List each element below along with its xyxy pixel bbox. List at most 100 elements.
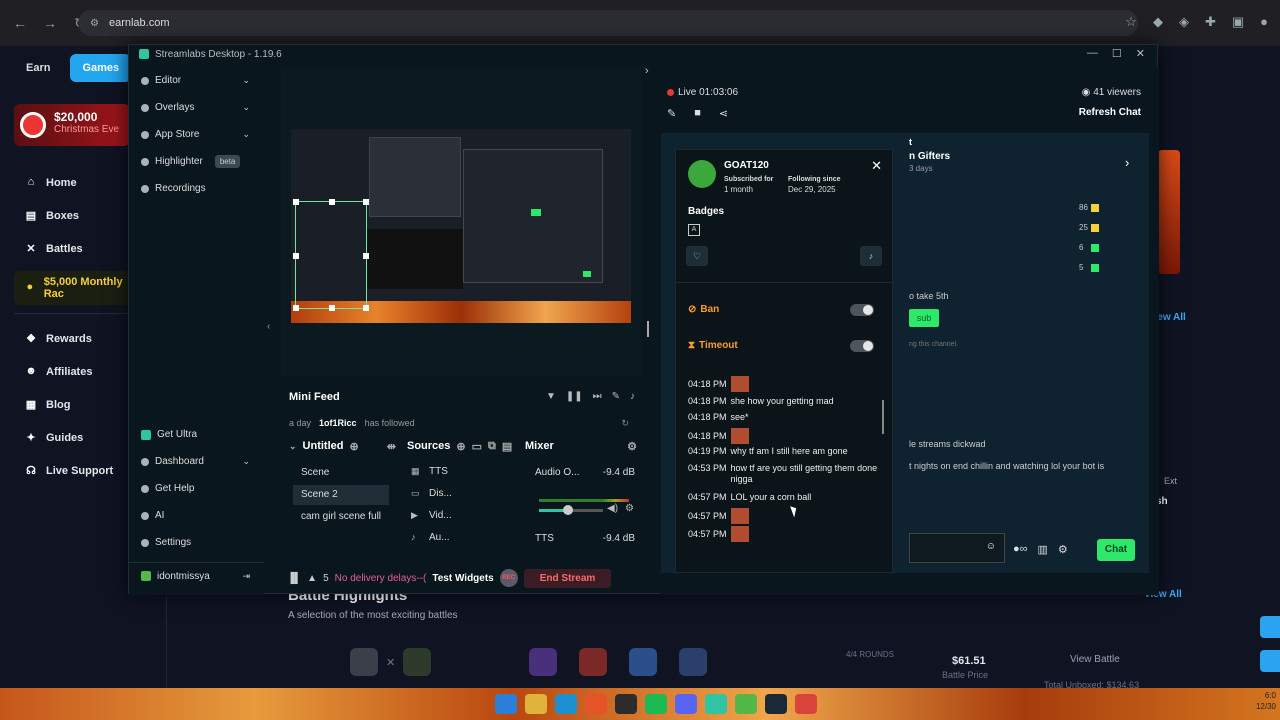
nav-earn[interactable]: Earn	[14, 54, 62, 82]
site-info-icon[interactable]: ⚙	[90, 18, 99, 29]
stats-icon[interactable]: ▐▌	[287, 573, 301, 584]
chat-message[interactable]: 04:57 PM	[688, 526, 878, 542]
end-stream-button[interactable]: End Stream	[523, 568, 612, 588]
minimize-icon[interactable]: —	[1087, 47, 1098, 60]
close-icon[interactable]: ✕	[871, 158, 882, 174]
source-item[interactable]: ▦ TTS	[411, 461, 448, 481]
chat-message[interactable]: 04:18 PM she how your getting mad	[688, 396, 878, 407]
brave-icon[interactable]	[585, 694, 607, 714]
system-clock[interactable]: 6:0 12/30	[1256, 690, 1276, 712]
expand-chat-icon[interactable]: ›	[645, 65, 649, 77]
sidebar-item-get-help[interactable]: Get Help	[129, 475, 264, 502]
skip-icon[interactable]: ⏭	[593, 391, 602, 402]
scene-item[interactable]: cam girl scene full	[293, 507, 389, 527]
profile-icon[interactable]: ●	[1260, 14, 1268, 30]
add-source-icon[interactable]: ⊕	[456, 440, 465, 453]
mic-icon[interactable]: ♪	[860, 246, 882, 266]
terminal-icon[interactable]	[615, 694, 637, 714]
stream-preview[interactable]	[291, 129, 631, 323]
extension-icon[interactable]: ◆	[1153, 14, 1163, 30]
streamlabs-icon[interactable]	[705, 694, 727, 714]
file-explorer-icon[interactable]	[525, 694, 547, 714]
sidebar-item-rewards[interactable]: ❖ Rewards	[14, 322, 129, 355]
sidebar-item-overlays[interactable]: Overlays ⌄	[129, 94, 264, 121]
sidebar-item-settings[interactable]: Settings	[129, 529, 264, 556]
sidebar-item-app-store[interactable]: App Store ⌄	[129, 121, 264, 148]
logout-icon[interactable]: ⇥	[242, 571, 250, 582]
share-icon[interactable]: ⋖	[719, 107, 728, 120]
source-item[interactable]: ♪ Au...	[411, 527, 450, 547]
source-item[interactable]: ▶ Vid...	[411, 505, 452, 525]
resize-handle[interactable]	[293, 305, 299, 311]
mute-alerts-icon[interactable]: ✎	[612, 391, 620, 402]
view-battle-button[interactable]: View Battle	[1070, 654, 1120, 665]
spotify-icon[interactable]	[645, 694, 667, 714]
sidebar-item-blog[interactable]: ▦ Blog	[14, 388, 129, 421]
scene-item[interactable]: Scene	[293, 463, 389, 483]
sidebar-item-highlighter[interactable]: Highlighter beta	[129, 148, 264, 175]
resize-handle[interactable]	[293, 199, 299, 205]
source-item[interactable]: ▭ Dis...	[411, 483, 452, 503]
christmas-banner[interactable]: $20,000 Christmas Eve	[14, 104, 130, 146]
sidebar-item-get-ultra[interactable]: Get Ultra	[129, 421, 264, 448]
chat-message[interactable]: 04:57 PM LOL your a corn ball	[688, 492, 878, 503]
app-icon[interactable]	[735, 694, 757, 714]
scene-item[interactable]: Scene 2	[293, 485, 389, 505]
sidebar-item-affiliates[interactable]: ☻ Affiliates	[14, 355, 129, 388]
chat-float-button[interactable]	[1260, 650, 1280, 672]
sidebar-item-battles[interactable]: ✕ Battles	[14, 232, 129, 265]
add-scene-icon[interactable]: ⊕	[350, 440, 359, 453]
chat-message[interactable]: 04:18 PM see*	[688, 412, 878, 423]
source-selection-box[interactable]	[293, 199, 369, 311]
panel-resize-handle[interactable]	[647, 321, 649, 337]
chevron-down-icon[interactable]: ⌄	[289, 441, 297, 452]
scene-collection-title[interactable]: Untitled	[303, 440, 344, 452]
feed-event[interactable]: a day 1of1Ricc has followed ↻	[289, 413, 629, 433]
chat-message[interactable]: 04:19 PM why tf am I still here am gone	[688, 446, 878, 457]
bookmark-star-icon[interactable]: ☆	[1125, 14, 1137, 30]
pause-icon[interactable]: ❚❚	[566, 391, 583, 402]
source-settings-icon[interactable]: ▤	[502, 440, 512, 453]
timeout-toggle[interactable]	[850, 340, 874, 352]
chat-input[interactable]: ☺	[909, 533, 1005, 563]
scrollbar[interactable]	[882, 400, 884, 434]
ban-toggle[interactable]	[850, 304, 874, 316]
clapperboard-icon[interactable]: ■	[694, 107, 701, 120]
volume-knob[interactable]	[562, 505, 573, 515]
resize-handle[interactable]	[363, 253, 369, 259]
steam-icon[interactable]	[765, 694, 787, 714]
sidebar-icon[interactable]: ▣	[1232, 14, 1244, 30]
test-widgets-button[interactable]: Test Widgets	[432, 573, 493, 584]
chevron-right-icon[interactable]: ›	[1125, 155, 1129, 170]
extension-icon[interactable]: ◈	[1179, 14, 1189, 30]
address-bar[interactable]: ⚙ earnlab.com	[78, 10, 1138, 36]
folder-icon[interactable]: ▭	[472, 440, 482, 453]
gear-icon[interactable]: ⚙	[627, 440, 637, 453]
sidebar-item-live-support[interactable]: ☊ Live Support	[14, 454, 129, 487]
user-name[interactable]: GOAT120	[724, 160, 769, 171]
forward-icon[interactable]: →	[42, 15, 58, 31]
promo-image[interactable]	[1158, 150, 1180, 274]
resize-handle[interactable]	[293, 253, 299, 259]
group-icon[interactable]: ⧉	[488, 440, 496, 453]
sidebar-item-recordings[interactable]: Recordings	[129, 175, 264, 202]
emoji-icon[interactable]: ☺	[986, 541, 996, 552]
points-icon[interactable]: ●∞	[1013, 543, 1028, 556]
sub-button[interactable]: sub	[909, 309, 939, 327]
chat-message[interactable]: 04:57 PM	[688, 508, 878, 524]
store-icon[interactable]: ▥	[1038, 543, 1048, 556]
performance-icon[interactable]: ▲	[307, 573, 317, 584]
resize-handle[interactable]	[363, 199, 369, 205]
volume-slider[interactable]	[539, 505, 603, 515]
chat-message[interactable]: 04:18 PM	[688, 428, 878, 444]
gear-icon[interactable]: ⚙	[1058, 543, 1068, 556]
back-icon[interactable]: ←	[12, 15, 28, 31]
filter-icon[interactable]: ▼	[546, 391, 556, 402]
volume-icon[interactable]: ♪	[630, 391, 635, 402]
record-button[interactable]: REC	[499, 569, 518, 587]
chat-message[interactable]: 04:53 PM how tf are you still getting the…	[688, 463, 878, 485]
refresh-chat-button[interactable]: Refresh Chat	[1079, 107, 1141, 118]
discord-icon[interactable]	[675, 694, 697, 714]
collapse-sidebar-icon[interactable]: ‹	[267, 321, 270, 332]
user-account[interactable]: idontmissya ⇥	[129, 562, 264, 589]
